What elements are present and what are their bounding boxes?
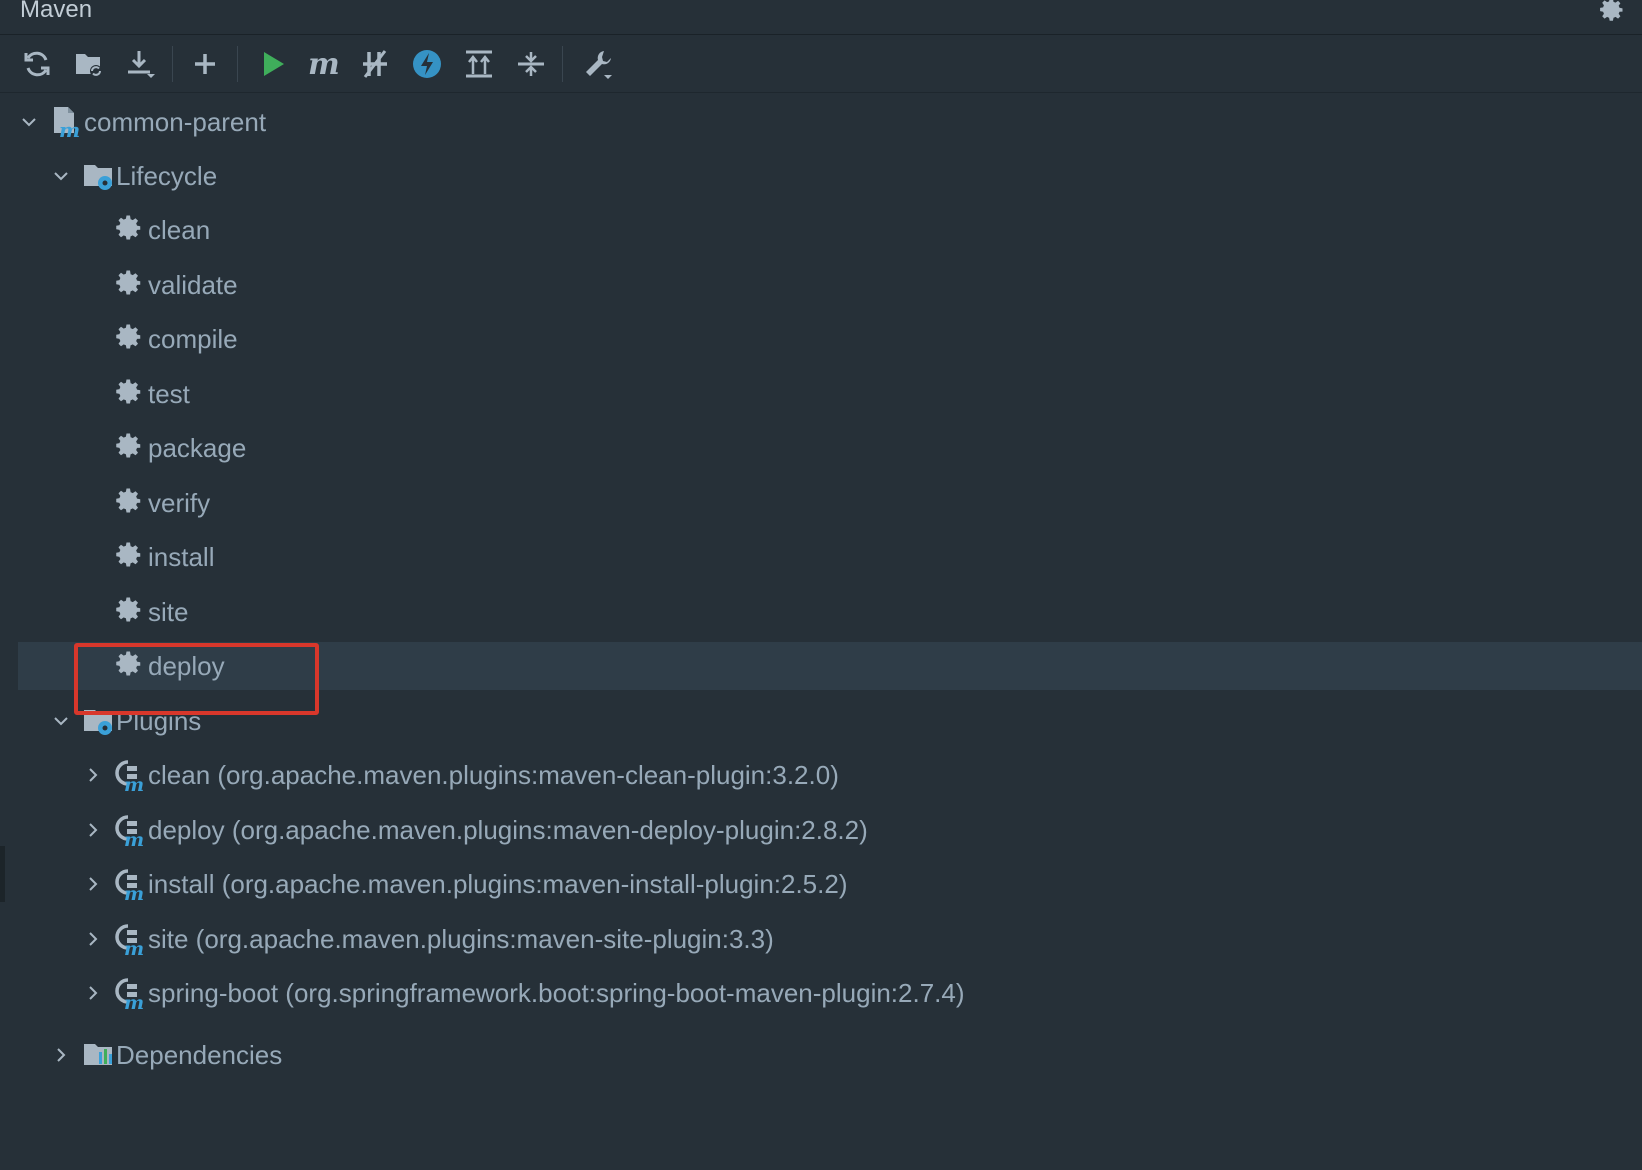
- chevron-right-icon[interactable]: [50, 1044, 72, 1066]
- plugin-label: clean (org.apache.maven.plugins:maven-cl…: [148, 760, 839, 790]
- generate-sources-icon: [76, 54, 102, 77]
- plugin-node[interactable]: m spring-boot (org.springframework.boot:s…: [18, 969, 1642, 1017]
- lifecycle-goal-validate[interactable]: validate: [18, 261, 1642, 309]
- plugin-label: site (org.apache.maven.plugins:maven-sit…: [148, 923, 774, 954]
- goal-label: install: [148, 542, 215, 572]
- collapse-all-button[interactable]: [511, 44, 551, 84]
- svg-text:m: m: [124, 883, 144, 901]
- dependencies-folder-icon: [84, 1044, 112, 1065]
- execute-goal-icon: m: [308, 48, 339, 80]
- settings-gear-icon[interactable]: [1598, 0, 1626, 24]
- gear-icon: [116, 488, 141, 512]
- expand-all-button[interactable]: [459, 44, 499, 84]
- plugin-label: install (org.apache.maven.plugins:maven-…: [148, 869, 848, 899]
- generate-sources-button[interactable]: [69, 44, 109, 84]
- toolbar-separator: [172, 46, 173, 82]
- chevron-down-icon[interactable]: [50, 165, 72, 187]
- add-project-button[interactable]: [185, 44, 225, 84]
- plugin-node[interactable]: m site (org.apache.maven.plugins:maven-si…: [18, 915, 1642, 963]
- lifecycle-goal-test[interactable]: test: [18, 370, 1642, 418]
- maven-plugin-icon: m: [115, 869, 144, 901]
- chevron-right-icon[interactable]: [82, 873, 104, 895]
- chevron-right-icon[interactable]: [82, 819, 104, 841]
- goal-label: test: [148, 378, 190, 409]
- chevron-right-icon[interactable]: [82, 982, 104, 1004]
- tree-node-lifecycle[interactable]: Lifecycle: [18, 152, 1642, 200]
- plugin-label: deploy (org.apache.maven.plugins:maven-d…: [148, 814, 868, 845]
- maven-plugin-icon: m: [115, 814, 144, 847]
- tree-node-label: Dependencies: [116, 1040, 283, 1070]
- maven-plugin-icon: m: [115, 923, 144, 956]
- run-button[interactable]: [252, 44, 292, 84]
- tree-node-common-parent[interactable]: m common-parent: [18, 98, 1642, 146]
- expand-all-icon: [466, 50, 492, 78]
- svg-text:m: m: [124, 829, 144, 847]
- highlight-annotation-box: [74, 643, 319, 715]
- lifecycle-goal-install[interactable]: install: [18, 533, 1642, 581]
- gear-icon: [116, 542, 141, 567]
- svg-text:m: m: [124, 938, 144, 956]
- goal-label: clean: [148, 215, 211, 245]
- download-sources-icon: [128, 51, 155, 78]
- goal-label: verify: [148, 487, 211, 518]
- plugin-label: spring-boot (org.springframework.boot:sp…: [148, 978, 965, 1008]
- skip-tests-icon: [363, 50, 387, 78]
- skip-tests-button[interactable]: [355, 44, 395, 84]
- toolbar-separator: [237, 46, 238, 82]
- tree-node-label: common-parent: [84, 107, 267, 137]
- plugin-node[interactable]: m clean (org.apache.maven.plugins:maven-c…: [18, 751, 1642, 799]
- plugin-node[interactable]: m deploy (org.apache.maven.plugins:maven-…: [18, 806, 1642, 854]
- window-edge: [0, 846, 5, 902]
- tree-node-label: Lifecycle: [116, 161, 218, 191]
- gear-icon: [116, 379, 141, 403]
- run-icon: [264, 52, 284, 76]
- gear-icon: [116, 597, 141, 621]
- lifecycle-goal-package[interactable]: package: [18, 424, 1642, 472]
- goal-label: validate: [148, 269, 238, 300]
- collapse-all-icon: [518, 52, 544, 76]
- offline-mode-icon: [413, 50, 441, 78]
- chevron-right-icon[interactable]: [82, 764, 104, 786]
- lifecycle-goal-site[interactable]: site: [18, 588, 1642, 636]
- svg-text:m: m: [124, 774, 144, 792]
- add-project-icon: [195, 54, 215, 74]
- maven-plugin-icon: m: [115, 978, 144, 1010]
- offline-mode-button[interactable]: [407, 44, 447, 84]
- goal-label: site: [148, 596, 189, 627]
- tree-node-dependencies[interactable]: Dependencies: [18, 1031, 1642, 1079]
- tool-window-title: Maven: [20, 0, 93, 23]
- maven-plugin-icon: m: [115, 760, 144, 792]
- maven-project-icon: m: [54, 107, 80, 139]
- gear-icon: [116, 215, 141, 240]
- reload-all-icon: [24, 51, 50, 77]
- gear-icon: [116, 324, 141, 349]
- chevron-right-icon[interactable]: [82, 928, 104, 950]
- chevron-down-icon[interactable]: [18, 111, 40, 133]
- goal-label: package: [148, 433, 247, 463]
- build-tools-settings-icon: [586, 51, 612, 79]
- gear-icon: [116, 270, 141, 294]
- toolbar-separator: [562, 46, 563, 82]
- download-sources-button[interactable]: [121, 44, 161, 84]
- lifecycle-folder-icon: [84, 165, 112, 190]
- svg-text:m: m: [124, 992, 144, 1010]
- plugin-node[interactable]: m install (org.apache.maven.plugins:maven…: [18, 860, 1642, 908]
- lifecycle-goal-verify[interactable]: verify: [18, 479, 1642, 527]
- build-tools-settings-button[interactable]: [578, 44, 618, 84]
- execute-goal-button[interactable]: m: [303, 44, 343, 84]
- chevron-down-icon[interactable]: [50, 710, 72, 732]
- gear-icon: [116, 433, 141, 458]
- svg-text:m: m: [308, 48, 339, 80]
- lifecycle-goal-clean[interactable]: clean: [18, 206, 1642, 254]
- tool-window-header: Maven: [0, 0, 1642, 35]
- goal-label: compile: [148, 324, 238, 354]
- reload-all-button[interactable]: [17, 44, 57, 84]
- svg-text:m: m: [59, 118, 80, 139]
- lifecycle-goal-compile[interactable]: compile: [18, 315, 1642, 363]
- maven-toolbar: m: [0, 36, 1642, 93]
